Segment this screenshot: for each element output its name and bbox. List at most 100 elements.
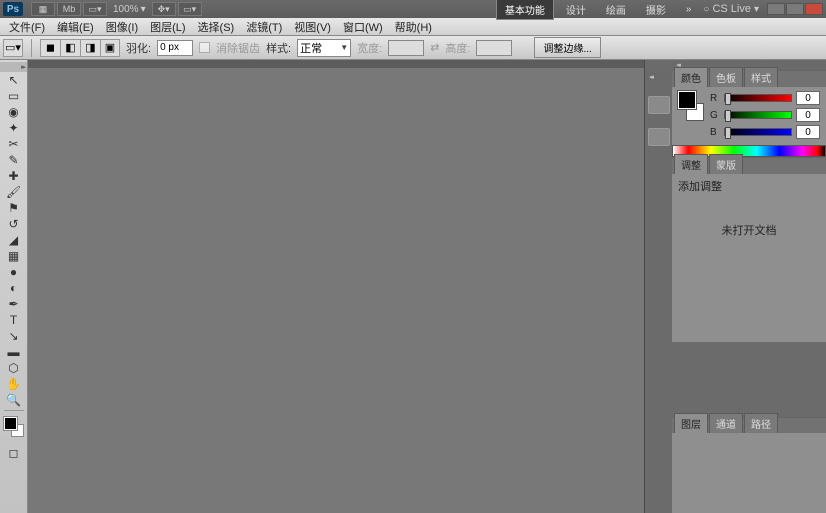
3d-tool-icon[interactable]: ⬡ (3, 360, 25, 376)
feather-input[interactable] (157, 40, 193, 56)
stamp-tool-icon[interactable]: ⚑ (3, 200, 25, 216)
blur-tool-icon[interactable]: ● (3, 264, 25, 280)
dock-icon-2[interactable] (648, 128, 670, 146)
document-tab-bar (28, 60, 644, 68)
antialias-checkbox (199, 42, 210, 53)
title-bar: Ps ▦ Mb ▭▾ 100% ▾ ✥▾ ▭▾ 基本功能 设计 绘画 摄影 » … (0, 0, 826, 18)
dodge-tool-icon[interactable]: ◐ (3, 280, 25, 296)
workspace-tab-painting[interactable]: 绘画 (598, 0, 634, 19)
selection-mode-group: ◼ ◧ ◨ ▣ (40, 39, 120, 57)
b-slider[interactable] (724, 128, 792, 136)
zoom-level[interactable]: 100% (113, 4, 139, 15)
bridge-icon[interactable]: ▦ (31, 2, 55, 16)
arrange-icon[interactable]: ▭▾ (83, 2, 107, 16)
history-brush-tool-icon[interactable]: ↺ (3, 216, 25, 232)
zoom-tool-icon[interactable]: 🔍 (3, 392, 25, 408)
menu-layer[interactable]: 图层(L) (144, 17, 191, 37)
menu-help[interactable]: 帮助(H) (389, 17, 438, 37)
style-select[interactable]: 正常 (297, 39, 351, 57)
tab-swatches[interactable]: 色板 (709, 67, 743, 87)
b-input[interactable] (796, 125, 820, 139)
eraser-tool-icon[interactable]: ◢ (3, 232, 25, 248)
new-selection-icon[interactable]: ◼ (40, 39, 60, 57)
r-slider[interactable] (724, 94, 792, 102)
swap-icon: ⇄ (430, 41, 439, 54)
zoom-dropdown-icon[interactable]: ▾ (141, 4, 146, 15)
antialias-label: 消除锯齿 (216, 40, 260, 56)
color-preview[interactable] (678, 91, 704, 121)
tool-preset-icon[interactable]: ▭▾ (3, 39, 23, 57)
g-slider[interactable] (724, 111, 792, 119)
right-panel-area: 颜色 色板 样式 R (644, 60, 826, 513)
dock-icon-1[interactable] (648, 96, 670, 114)
shape-tool-icon[interactable]: ▬ (3, 344, 25, 360)
feather-label: 羽化: (126, 40, 151, 56)
color-panel: 颜色 色板 样式 R (672, 70, 826, 157)
doc-icons: ▦ Mb ▭▾ (31, 2, 107, 16)
tab-channels[interactable]: 通道 (709, 413, 743, 433)
panel-stack: 颜色 色板 样式 R (672, 60, 826, 513)
add-adjustment-label: 添加调整 (678, 178, 820, 194)
r-input[interactable] (796, 91, 820, 105)
screenmode-icon[interactable]: ▭▾ (178, 2, 202, 16)
marquee-tool-icon[interactable]: ▭ (3, 88, 25, 104)
workspace-more-icon[interactable]: » (678, 2, 700, 17)
workspace-tab-photography[interactable]: 摄影 (638, 0, 674, 19)
tab-styles[interactable]: 样式 (744, 67, 778, 87)
height-label: 高度: (445, 40, 470, 56)
tab-color[interactable]: 颜色 (674, 67, 708, 87)
menu-select[interactable]: 选择(S) (192, 17, 241, 37)
crop-tool-icon[interactable]: ✂ (3, 136, 25, 152)
foreground-swatch[interactable] (4, 417, 17, 430)
menu-view[interactable]: 视图(V) (288, 17, 337, 37)
height-input (476, 40, 512, 56)
r-label: R (710, 93, 720, 104)
tab-masks[interactable]: 蒙版 (709, 154, 743, 174)
tab-paths[interactable]: 路径 (744, 413, 778, 433)
pen-tool-icon[interactable]: ✒ (3, 296, 25, 312)
window-controls (767, 3, 823, 15)
tab-layers[interactable]: 图层 (674, 413, 708, 433)
b-label: B (710, 127, 720, 138)
menu-edit[interactable]: 编辑(E) (51, 17, 100, 37)
adjustments-panel: 调整 蒙版 添加调整 未打开文档 (672, 157, 826, 342)
toolbox: ↖ ▭ ◉ ✦ ✂ ✎ ✚ 🖌 ⚑ ↺ ◢ ▦ ● ◐ ✒ T ↘ ▬ ⬡ ✋ … (0, 60, 28, 513)
path-tool-icon[interactable]: ↘ (3, 328, 25, 344)
move-tool-icon[interactable]: ↖ (3, 72, 25, 88)
fg-color-swatch[interactable] (678, 91, 696, 109)
wand-tool-icon[interactable]: ✦ (3, 120, 25, 136)
subtract-selection-icon[interactable]: ◨ (80, 39, 100, 57)
refine-edges-button[interactable]: 调整边缘... (534, 37, 600, 58)
hand-icon[interactable]: ✥▾ (152, 2, 176, 16)
brush-tool-icon[interactable]: 🖌 (3, 184, 25, 200)
gradient-tool-icon[interactable]: ▦ (3, 248, 25, 264)
screen-mode-icons: ✥▾ ▭▾ (152, 2, 202, 16)
menu-image[interactable]: 图像(I) (100, 17, 144, 37)
app-logo: Ps (3, 2, 23, 16)
minimize-button[interactable] (767, 3, 785, 15)
menu-filter[interactable]: 滤镜(T) (240, 17, 288, 37)
minibridge-icon[interactable]: Mb (57, 2, 81, 16)
add-selection-icon[interactable]: ◧ (60, 39, 80, 57)
tab-adjustments[interactable]: 调整 (674, 154, 708, 174)
menu-file[interactable]: 文件(F) (3, 17, 51, 37)
workspace-tab-essentials[interactable]: 基本功能 (496, 0, 554, 20)
width-input (388, 40, 424, 56)
cslive-menu[interactable]: CS Live▾ (703, 3, 759, 15)
eyedropper-tool-icon[interactable]: ✎ (3, 152, 25, 168)
menu-window[interactable]: 窗口(W) (337, 17, 389, 37)
intersect-selection-icon[interactable]: ▣ (100, 39, 120, 57)
separator (31, 39, 32, 57)
quickmask-tool-icon[interactable]: ◻ (3, 445, 25, 461)
toolbox-collapse-icon[interactable] (0, 62, 27, 72)
g-input[interactable] (796, 108, 820, 122)
lasso-tool-icon[interactable]: ◉ (3, 104, 25, 120)
color-swatches[interactable] (4, 417, 24, 437)
dock-collapse-icon[interactable] (645, 72, 672, 82)
heal-tool-icon[interactable]: ✚ (3, 168, 25, 184)
hand-tool-icon[interactable]: ✋ (3, 376, 25, 392)
maximize-button[interactable] (786, 3, 804, 15)
close-button[interactable] (805, 3, 823, 15)
workspace-tab-design[interactable]: 设计 (558, 0, 594, 19)
type-tool-icon[interactable]: T (3, 312, 25, 328)
